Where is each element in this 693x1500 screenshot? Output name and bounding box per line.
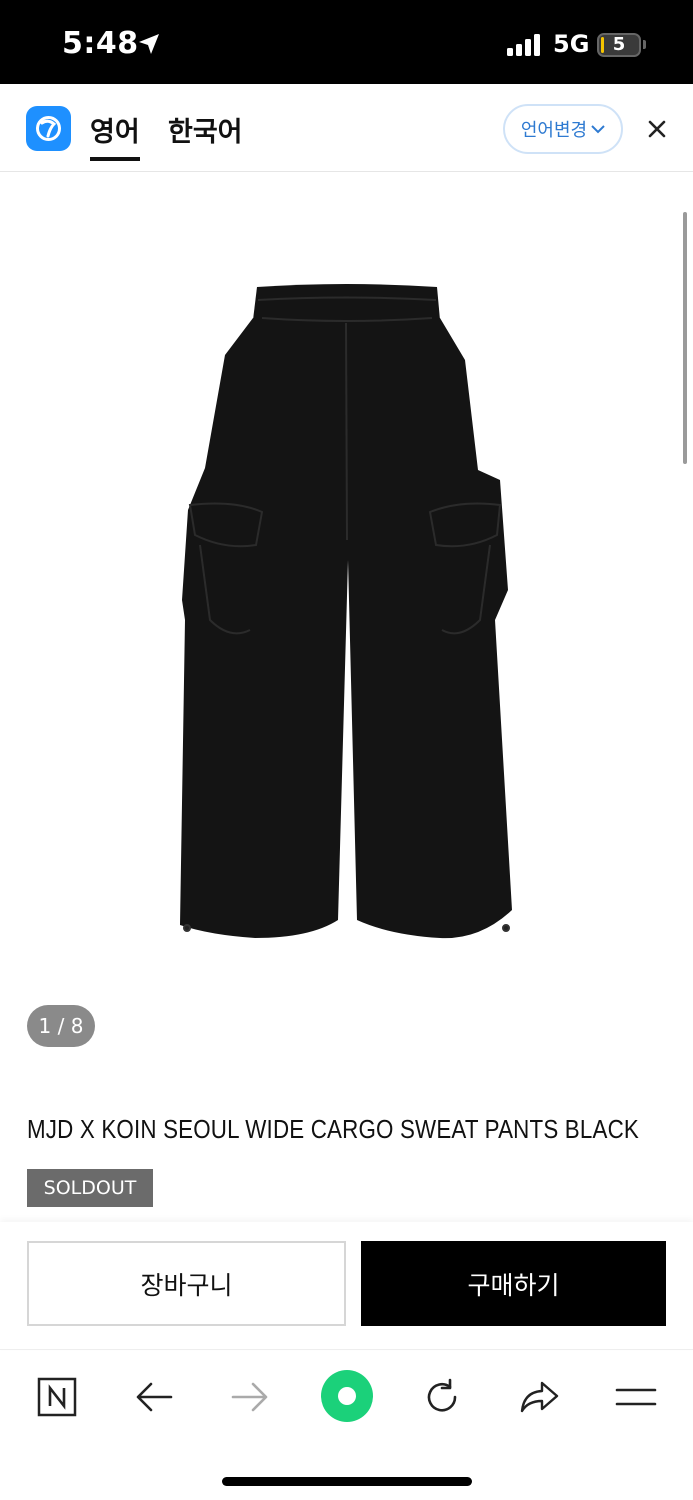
product-image[interactable]: [0, 172, 693, 1052]
naver-home-button[interactable]: [33, 1373, 81, 1421]
back-arrow-icon: [136, 1382, 173, 1412]
naver-n-icon: [37, 1377, 77, 1417]
network-type: 5G: [553, 30, 590, 58]
close-button[interactable]: [640, 112, 674, 146]
tab-korean[interactable]: 한국어: [168, 110, 243, 149]
cart-button[interactable]: 장바구니: [27, 1241, 346, 1326]
forward-arrow-icon: [231, 1382, 268, 1412]
chevron-down-icon: [591, 125, 605, 134]
language-change-button[interactable]: 언어변경: [503, 104, 623, 154]
buy-button[interactable]: 구매하기: [361, 1241, 666, 1326]
soldout-badge: SOLDOUT: [27, 1169, 153, 1207]
refresh-icon: [427, 1378, 457, 1412]
refresh-button[interactable]: [418, 1373, 466, 1421]
menu-button[interactable]: [612, 1373, 660, 1421]
menu-icon: [615, 1388, 657, 1406]
translate-bar: 영어 한국어 언어변경: [0, 84, 693, 172]
battery-percent: 5: [612, 34, 626, 55]
back-button[interactable]: [130, 1373, 178, 1421]
battery-nub: [643, 40, 646, 49]
status-time: 5:48: [62, 26, 139, 61]
tab-english[interactable]: 영어: [90, 110, 140, 161]
image-page-counter: 1 / 8: [27, 1005, 95, 1047]
purchase-action-bar: 장바구니 구매하기: [0, 1222, 693, 1350]
browser-toolbar: [0, 1351, 693, 1500]
close-icon: [648, 120, 666, 138]
battery-icon: 5: [597, 33, 641, 57]
scroll-indicator[interactable]: [683, 212, 687, 464]
share-button[interactable]: [515, 1373, 563, 1421]
home-indicator[interactable]: [222, 1477, 472, 1486]
forward-button[interactable]: [226, 1373, 274, 1421]
location-arrow-icon: [139, 34, 159, 54]
cellular-signal-icon: [507, 34, 540, 56]
product-title: MJD X KOIN SEOUL WIDE CARGO SWEAT PANTS …: [27, 1114, 639, 1144]
papago-logo-icon[interactable]: [26, 106, 71, 151]
share-icon: [520, 1381, 559, 1413]
status-bar: 5:48 5G 5: [0, 0, 693, 84]
language-change-label: 언어변경: [520, 120, 588, 141]
green-dot-button[interactable]: [320, 1369, 374, 1423]
green-dot-icon: [321, 1370, 373, 1422]
